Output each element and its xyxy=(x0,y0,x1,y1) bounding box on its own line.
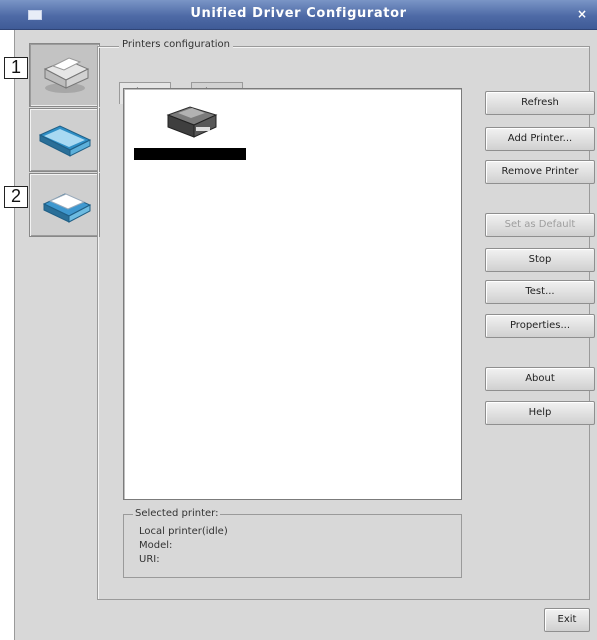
properties-button[interactable]: Properties... xyxy=(485,314,595,338)
selected-printer-legend: Selected printer: xyxy=(133,508,221,519)
set-as-default-button[interactable]: Set as Default xyxy=(485,213,595,237)
callout-2: 2 xyxy=(4,186,28,208)
window-title-bar: Unified Driver Configurator × xyxy=(0,0,597,30)
ports-icon xyxy=(42,193,92,223)
selected-printer-model: Model: xyxy=(139,540,173,551)
remove-printer-button[interactable]: Remove Printer xyxy=(485,160,595,184)
about-button[interactable]: About xyxy=(485,367,595,391)
add-printer-button[interactable]: Add Printer... xyxy=(485,127,595,151)
stop-button[interactable]: Stop xyxy=(485,248,595,272)
callout-1: 1 xyxy=(4,57,28,79)
window-title: Unified Driver Configurator xyxy=(190,6,407,21)
selected-printer-group xyxy=(123,514,462,578)
sidebar-printers-button[interactable] xyxy=(29,43,100,107)
selected-printer-status: Local printer(idle) xyxy=(139,526,228,537)
printers-list[interactable] xyxy=(123,88,462,500)
printer-icon xyxy=(43,57,90,93)
help-button[interactable]: Help xyxy=(485,401,595,425)
sidebar-ports-button[interactable] xyxy=(29,173,100,237)
scanner-icon xyxy=(38,125,92,157)
printer-icon xyxy=(166,106,218,138)
list-item[interactable] xyxy=(134,95,246,165)
sidebar-scanners-button[interactable] xyxy=(29,108,100,172)
refresh-button[interactable]: Refresh xyxy=(485,91,595,115)
test-button[interactable]: Test... xyxy=(485,280,595,304)
selected-printer-uri: URI: xyxy=(139,554,160,565)
printers-configuration-legend: Printers configuration xyxy=(119,39,233,50)
printer-name-redacted xyxy=(134,148,246,160)
exit-button[interactable]: Exit xyxy=(544,608,590,632)
close-icon[interactable]: × xyxy=(575,6,589,22)
main-window: Printers configuration Printers Classes … xyxy=(14,30,597,640)
